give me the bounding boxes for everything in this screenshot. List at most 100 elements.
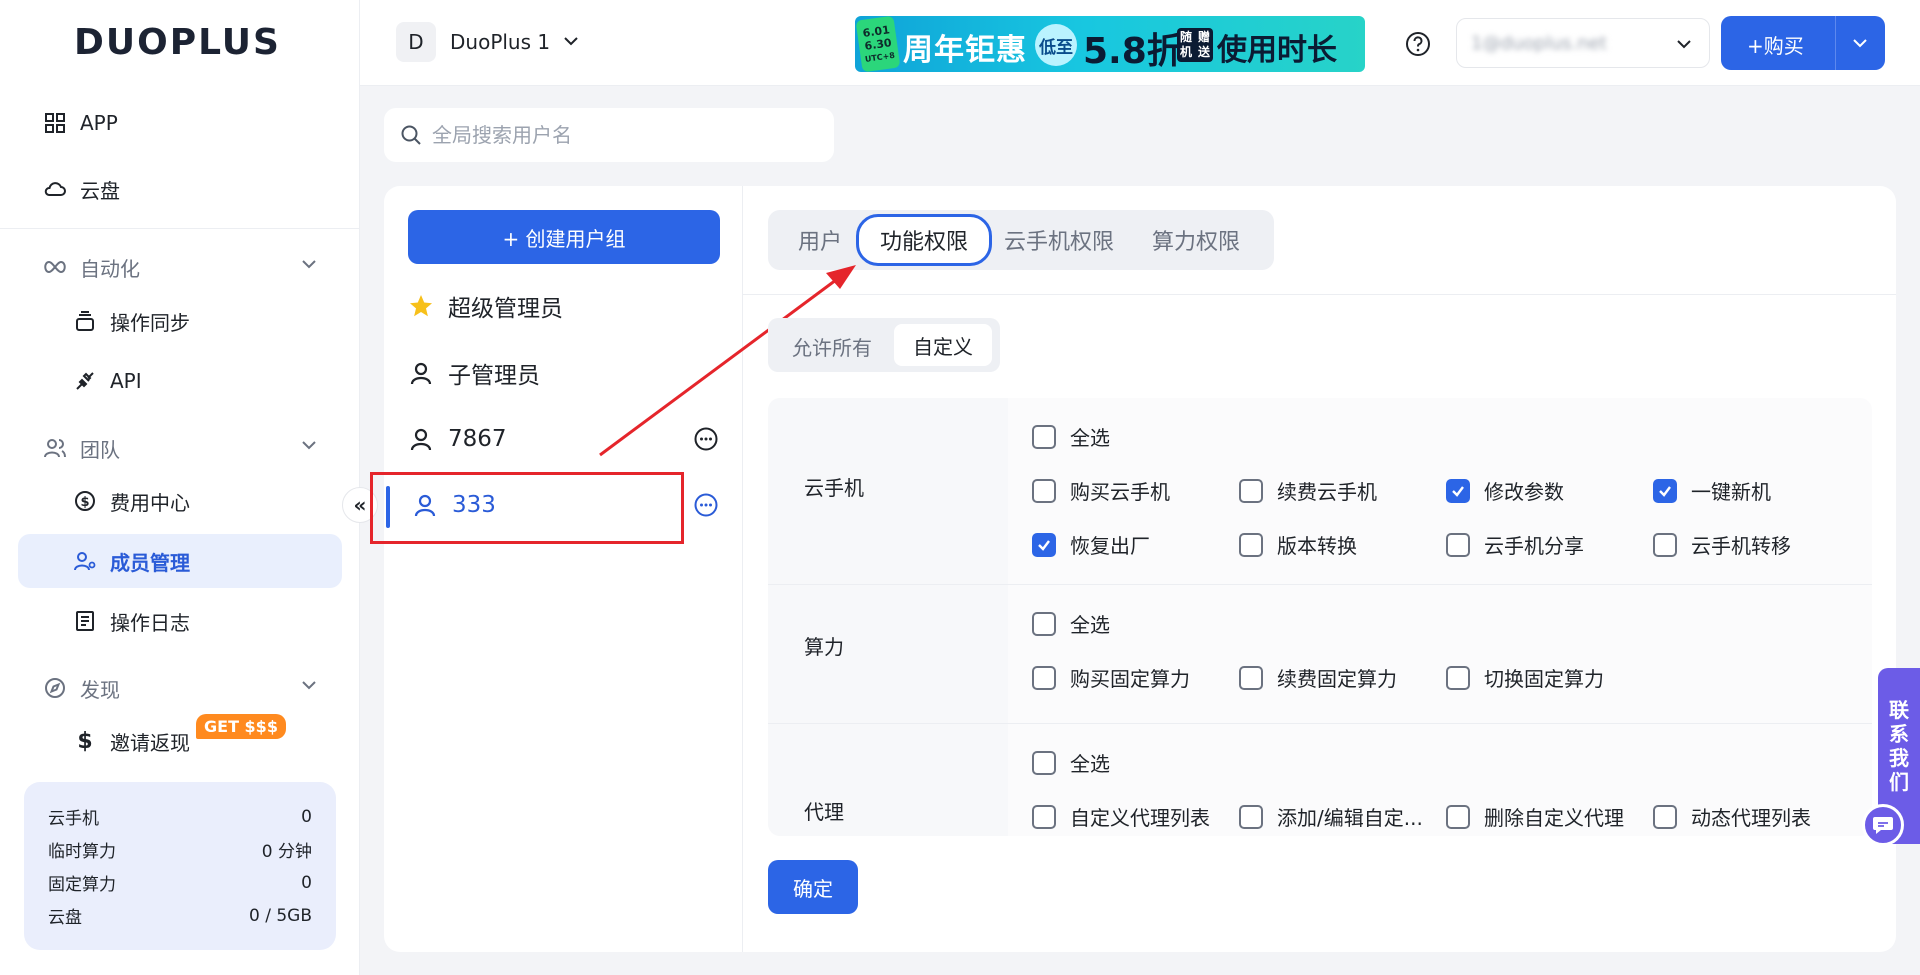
- banner-date-tag: 6.01 6.30 UTC+8: [855, 16, 901, 72]
- tab-feature-permissions[interactable]: 功能权限: [856, 214, 992, 266]
- sidebar-item-operation-sync[interactable]: 操作同步: [18, 294, 342, 348]
- cloud-icon: [42, 176, 68, 202]
- checkbox-version-convert[interactable]: 版本转换: [1239, 530, 1357, 559]
- permission-group-proxy: 代理 全选 自定义代理列表 添加/编辑自定... 删除自定义代理 动态代理列表: [768, 724, 1872, 836]
- plug-icon: [72, 368, 98, 394]
- permission-group-cloud-phone: 云手机 全选 购买云手机 续费云手机 修改参数 一键新机 恢复出厂 版本转换 云…: [768, 398, 1872, 584]
- checkbox-renew-cloud-phone[interactable]: 续费云手机: [1239, 476, 1377, 505]
- chevron-down-icon: [302, 441, 316, 450]
- sidebar-item-cloud-disk[interactable]: 云盘: [18, 162, 342, 216]
- checkbox[interactable]: [1032, 665, 1056, 690]
- checkbox[interactable]: [1239, 478, 1263, 503]
- sidebar-item-billing[interactable]: $ 费用中心: [18, 474, 342, 528]
- dollar-circle-icon: $: [72, 488, 98, 514]
- global-search[interactable]: [384, 108, 834, 162]
- checkbox-checked[interactable]: [1032, 532, 1056, 557]
- checkbox-switch-fixed-compute[interactable]: 切换固定算力: [1446, 663, 1604, 692]
- logo[interactable]: DUOPLUS: [74, 22, 281, 63]
- stack-icon: [72, 308, 98, 334]
- checkbox-delete-custom-proxy[interactable]: 删除自定义代理: [1446, 802, 1624, 831]
- sidebar-section-discover[interactable]: 发现: [18, 666, 342, 710]
- checkbox-label: 全选: [1070, 613, 1110, 637]
- checkbox[interactable]: [1239, 804, 1263, 829]
- checkbox[interactable]: [1032, 750, 1056, 775]
- checkbox-dynamic-proxy-list[interactable]: 动态代理列表: [1653, 802, 1811, 831]
- checkbox-label: 购买固定算力: [1070, 667, 1190, 691]
- checkbox-checked[interactable]: [1653, 478, 1677, 503]
- help-button[interactable]: [1400, 26, 1436, 62]
- checkbox-buy-cloud-phone[interactable]: 购买云手机: [1032, 476, 1170, 505]
- usage-value: 0: [301, 872, 312, 893]
- tab-users[interactable]: 用户: [798, 224, 842, 256]
- checkbox-cloud-phone-share[interactable]: 云手机分享: [1446, 530, 1584, 559]
- checkbox-modify-params[interactable]: 修改参数: [1446, 476, 1564, 505]
- checkbox[interactable]: [1032, 478, 1056, 503]
- banner-low-tag: 低至: [1035, 24, 1077, 66]
- checkbox-buy-fixed-compute[interactable]: 购买固定算力: [1032, 663, 1190, 692]
- check-icon: [1659, 485, 1671, 497]
- contact-char: 联: [1889, 698, 1909, 722]
- tabs-divider: [743, 294, 1896, 295]
- section-label: 发现: [80, 677, 120, 702]
- checkbox[interactable]: [1653, 804, 1677, 829]
- checkbox-select-all[interactable]: 全选: [1032, 609, 1110, 638]
- sidebar-item-label: 费用中心: [110, 490, 190, 515]
- sidebar-item-member-management[interactable]: 成员管理: [18, 534, 342, 588]
- checkbox-add-edit-custom-proxy[interactable]: 添加/编辑自定...: [1239, 802, 1423, 831]
- group-label: 超级管理员: [448, 296, 563, 322]
- checkbox[interactable]: [1032, 424, 1056, 449]
- checkbox[interactable]: [1032, 611, 1056, 636]
- checkbox-select-all[interactable]: 全选: [1032, 422, 1110, 451]
- checkbox-one-click-new[interactable]: 一键新机: [1653, 476, 1771, 505]
- checkbox-select-all[interactable]: 全选: [1032, 748, 1110, 777]
- banner-gift-line: 随机: [1179, 30, 1192, 59]
- checkbox-label: 动态代理列表: [1691, 806, 1811, 830]
- log-icon: [72, 608, 98, 634]
- search-input[interactable]: [432, 123, 812, 147]
- buy-button[interactable]: +购买: [1721, 16, 1885, 70]
- sidebar-item-operation-log[interactable]: 操作日志: [18, 594, 342, 648]
- workspace-name[interactable]: DuoPlus 1: [450, 30, 550, 54]
- chevron-down-icon[interactable]: [1851, 34, 1869, 52]
- sidebar-section-automation[interactable]: 自动化: [18, 245, 342, 289]
- tab-compute-permissions[interactable]: 算力权限: [1152, 224, 1240, 256]
- mode-allow-all[interactable]: 允许所有: [792, 332, 872, 361]
- confirm-button[interactable]: 确定: [768, 860, 858, 914]
- checkbox[interactable]: [1032, 804, 1056, 829]
- checkbox[interactable]: [1446, 804, 1470, 829]
- users-icon: [72, 548, 98, 574]
- checkbox-custom-proxy-list[interactable]: 自定义代理列表: [1032, 802, 1210, 831]
- account-selector[interactable]: 1@duoplus.net: [1456, 18, 1710, 68]
- usage-value: 0 分钟: [261, 842, 312, 862]
- chat-button[interactable]: [1862, 804, 1904, 846]
- sidebar-section-team[interactable]: 团队: [18, 426, 342, 470]
- sidebar-item-referral[interactable]: $ 邀请返现: [18, 714, 342, 768]
- checkbox[interactable]: [1239, 532, 1263, 557]
- checkbox[interactable]: [1653, 532, 1677, 557]
- workspace-avatar[interactable]: D: [396, 22, 436, 62]
- sidebar-item-api[interactable]: API: [18, 354, 342, 408]
- checkbox-renew-fixed-compute[interactable]: 续费固定算力: [1239, 663, 1397, 692]
- chevron-down-icon[interactable]: [562, 32, 580, 50]
- permission-group-label: 算力: [804, 635, 844, 659]
- checkbox[interactable]: [1446, 532, 1470, 557]
- sidebar-item-app[interactable]: APP: [18, 96, 342, 150]
- checkbox[interactable]: [1446, 665, 1470, 690]
- checkbox[interactable]: [1239, 665, 1263, 690]
- checkbox-checked[interactable]: [1446, 478, 1470, 503]
- sidebar-item-label: 成员管理: [110, 550, 190, 575]
- checkbox-cloud-phone-transfer[interactable]: 云手机转移: [1653, 530, 1791, 559]
- checkbox-label: 一键新机: [1691, 480, 1771, 504]
- usage-value: 0 / 5GB: [248, 905, 312, 926]
- permission-group-label: 代理: [804, 800, 844, 824]
- tab-cloud-phone-permissions[interactable]: 云手机权限: [1004, 224, 1114, 256]
- more-options-icon[interactable]: [694, 493, 718, 517]
- mode-custom[interactable]: 自定义: [894, 324, 992, 366]
- sidebar-divider: [0, 228, 360, 229]
- banner-discount: 5.8折: [1083, 31, 1183, 72]
- usage-label: 固定算力: [48, 875, 116, 895]
- promo-banner[interactable]: 6.01 6.30 UTC+8 周年钜惠 低至 5.8折 随机 赠送 使用时长: [855, 16, 1365, 72]
- svg-text:$: $: [80, 495, 89, 510]
- contact-char: 系: [1889, 722, 1909, 746]
- checkbox-factory-reset[interactable]: 恢复出厂: [1032, 530, 1150, 559]
